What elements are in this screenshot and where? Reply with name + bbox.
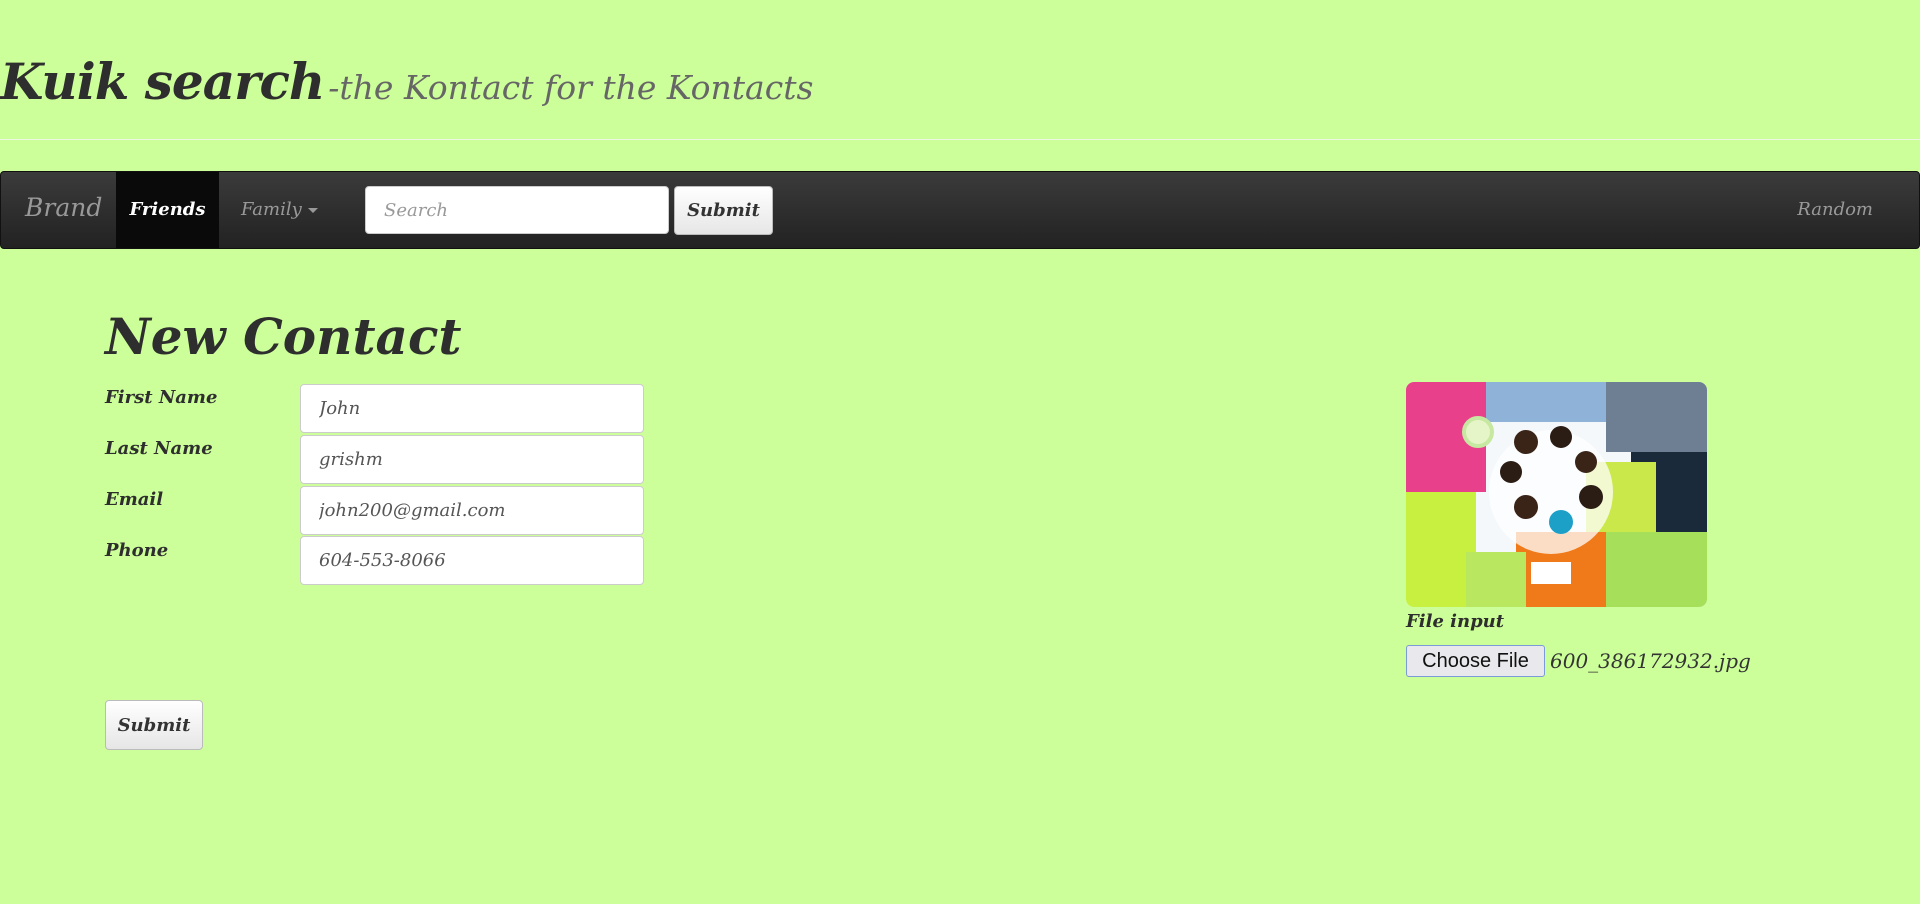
email-label: Email <box>105 489 164 510</box>
nav-item-family-label: Family <box>241 199 302 220</box>
page-title: New Contact <box>105 307 462 366</box>
first-name-label: First Name <box>105 387 218 408</box>
nav-item-friends-label: Friends <box>129 199 206 220</box>
file-input-label: File input <box>1406 611 1505 632</box>
navbar-brand[interactable]: Brand <box>25 193 102 222</box>
form-submit-button[interactable]: Submit <box>105 700 203 750</box>
caret-down-icon <box>307 207 318 213</box>
first-name-input[interactable] <box>300 384 644 433</box>
contact-photo <box>1406 382 1707 607</box>
phone-input[interactable] <box>300 536 644 585</box>
navbar: Brand Friends Family Submit Random <box>0 171 1920 249</box>
selected-file-name: 600_386172932.jpg <box>1550 649 1751 673</box>
choose-file-button[interactable]: Choose File <box>1406 645 1545 677</box>
site-title: Kuik search <box>0 52 325 111</box>
phone-label: Phone <box>105 540 169 561</box>
nav-link-random[interactable]: Random <box>1797 172 1873 248</box>
email-input[interactable] <box>300 486 644 535</box>
site-subtitle: -the Kontact for the Kontacts <box>328 68 814 107</box>
last-name-input[interactable] <box>300 435 644 484</box>
last-name-label: Last Name <box>105 438 213 459</box>
search-input[interactable] <box>365 186 669 234</box>
search-submit-button[interactable]: Submit <box>674 186 773 235</box>
header-divider <box>0 139 1920 140</box>
nav-item-family-dropdown[interactable]: Family <box>241 172 318 248</box>
site-header: Kuik search -the Kontact for the Kontacts <box>0 52 813 111</box>
nav-item-friends[interactable]: Friends <box>116 172 219 248</box>
